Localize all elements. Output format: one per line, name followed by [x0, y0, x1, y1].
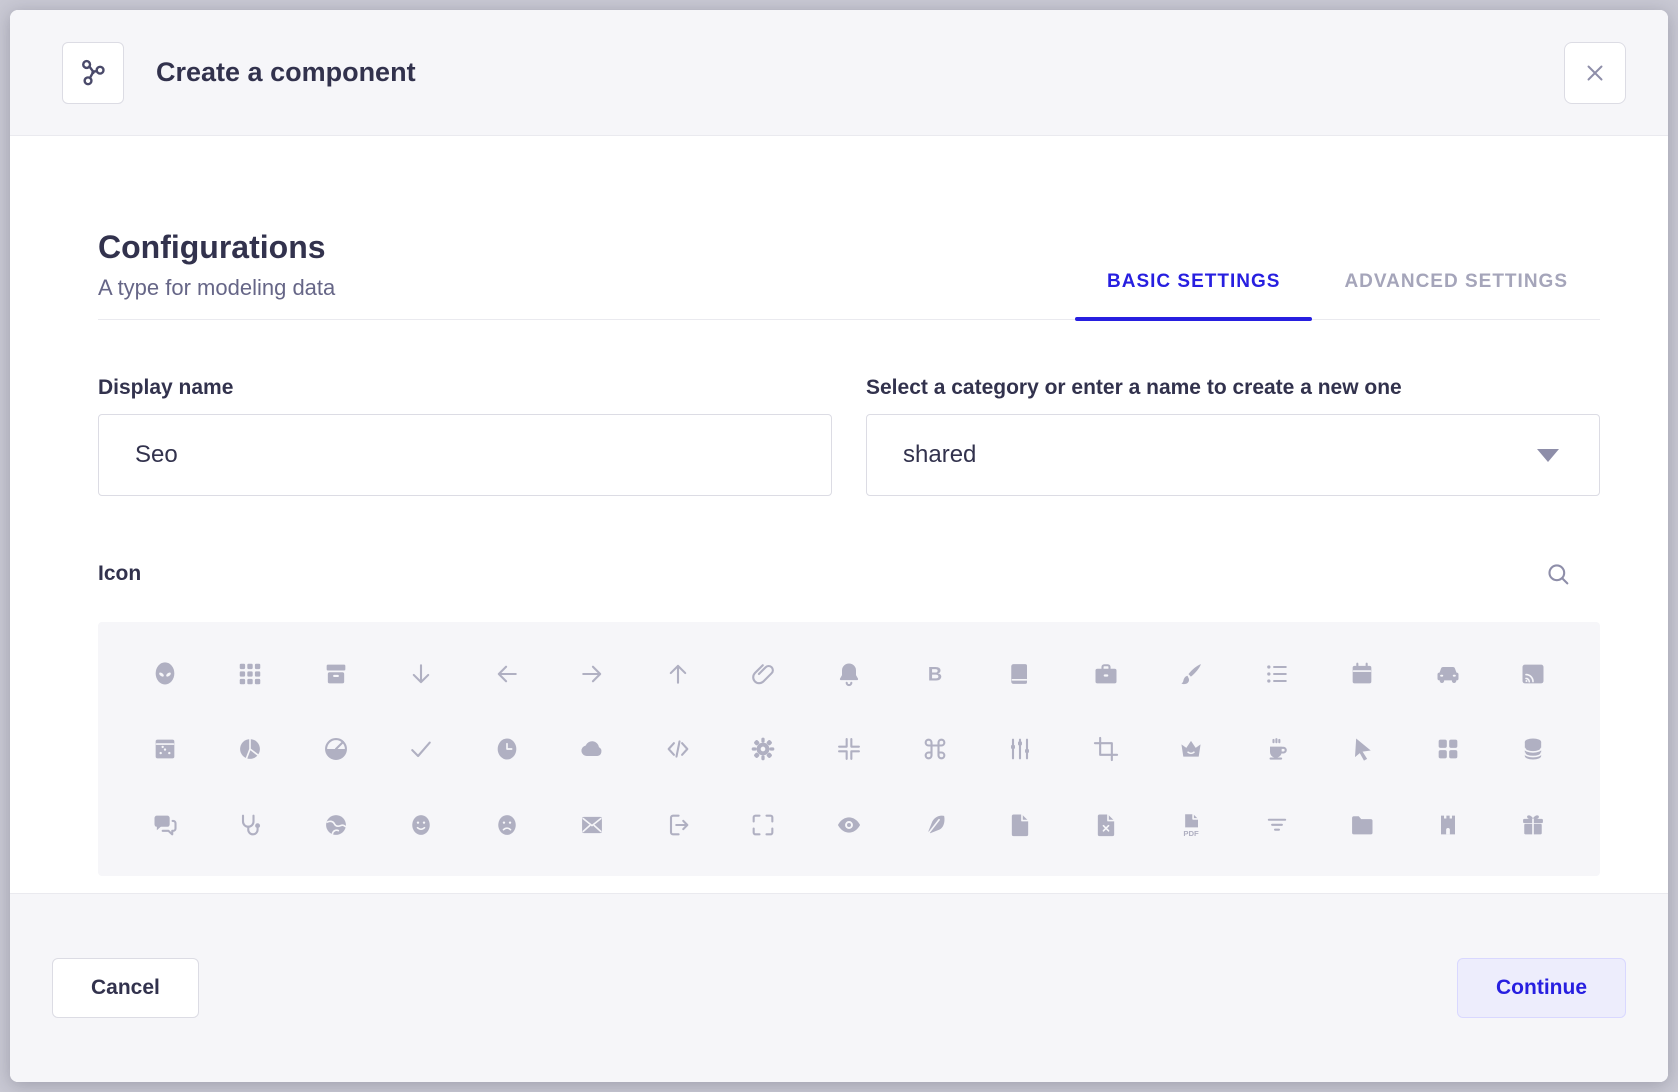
bullet-list-icon[interactable]: [1263, 660, 1291, 688]
category-selected-value: shared: [903, 441, 976, 469]
cloud-icon[interactable]: [578, 735, 606, 763]
cast-icon[interactable]: [1519, 660, 1547, 688]
gift-icon[interactable]: [1519, 811, 1547, 839]
component-icon: [76, 56, 110, 90]
brush-icon[interactable]: [1177, 660, 1205, 688]
car-icon[interactable]: [1434, 660, 1462, 688]
arrow-up-icon[interactable]: [664, 660, 692, 688]
chart-pie-icon[interactable]: [322, 735, 350, 763]
book-icon[interactable]: [1006, 660, 1034, 688]
crop-icon[interactable]: [1092, 735, 1120, 763]
arrow-down-icon[interactable]: [407, 660, 435, 688]
search-icon: [1544, 560, 1572, 588]
display-name-input[interactable]: [98, 414, 832, 496]
settings-tabs: BASIC SETTINGS ADVANCED SETTINGS: [1075, 271, 1600, 319]
database-icon[interactable]: [1519, 735, 1547, 763]
icon-grid: B PDF: [98, 622, 1600, 876]
folder-icon[interactable]: [1348, 811, 1376, 839]
apps-icon[interactable]: [236, 660, 264, 688]
sliders-icon[interactable]: [1006, 735, 1034, 763]
discuss-icon[interactable]: [151, 811, 179, 839]
arrow-right-icon[interactable]: [578, 660, 606, 688]
briefcase-icon[interactable]: [1092, 660, 1120, 688]
emotion-unhappy-icon[interactable]: [493, 811, 521, 839]
calendar-icon[interactable]: [1348, 660, 1376, 688]
dashboard-icon[interactable]: [1434, 735, 1462, 763]
arrow-left-icon[interactable]: [493, 660, 521, 688]
chevron-down-icon: [1537, 449, 1559, 462]
category-field-group: Select a category or enter a name to cre…: [866, 376, 1600, 496]
earth-icon[interactable]: [322, 811, 350, 839]
collapse-icon[interactable]: [835, 735, 863, 763]
component-pictogram: [62, 42, 124, 104]
cup-icon[interactable]: [1263, 735, 1291, 763]
cursor-icon[interactable]: [1348, 735, 1376, 763]
dialog-title: Create a component: [156, 57, 1564, 88]
category-label: Select a category or enter a name to cre…: [866, 376, 1600, 400]
section-titles: Configurations A type for modeling data: [98, 228, 335, 319]
eye-icon[interactable]: [835, 811, 863, 839]
feather-icon[interactable]: [921, 811, 949, 839]
code-icon[interactable]: [664, 735, 692, 763]
filter-icon[interactable]: [1263, 811, 1291, 839]
category-select[interactable]: shared: [866, 414, 1600, 496]
close-button[interactable]: [1564, 42, 1626, 104]
doctor-icon[interactable]: [236, 811, 264, 839]
page-title: Configurations: [98, 228, 335, 266]
close-icon: [1582, 60, 1608, 86]
form-row: Display name Select a category or enter …: [98, 376, 1600, 496]
chart-circle-icon[interactable]: [236, 735, 264, 763]
envelope-icon[interactable]: [578, 811, 606, 839]
create-component-dialog: Create a component Configurations A type…: [10, 10, 1668, 1082]
archive-icon[interactable]: [322, 660, 350, 688]
tab-basic-settings[interactable]: BASIC SETTINGS: [1075, 271, 1312, 319]
clock-icon[interactable]: [493, 735, 521, 763]
exit-icon[interactable]: [664, 811, 692, 839]
file-pdf-icon[interactable]: PDF: [1177, 811, 1205, 839]
svg-text:PDF: PDF: [1183, 829, 1199, 838]
bold-icon[interactable]: B: [921, 660, 949, 688]
continue-button[interactable]: Continue: [1457, 958, 1626, 1018]
dialog-body: Configurations A type for modeling data …: [10, 136, 1668, 893]
crown-icon[interactable]: [1177, 735, 1205, 763]
chart-bubble-icon[interactable]: [151, 735, 179, 763]
bell-icon[interactable]: [835, 660, 863, 688]
dialog-header: Create a component: [10, 10, 1668, 136]
file-error-icon[interactable]: [1092, 811, 1120, 839]
icon-picker-head: Icon: [98, 560, 1600, 588]
command-icon[interactable]: [921, 735, 949, 763]
display-name-label: Display name: [98, 376, 832, 400]
display-name-field-group: Display name: [98, 376, 832, 496]
check-icon[interactable]: [407, 735, 435, 763]
gate-icon[interactable]: [1434, 811, 1462, 839]
attachment-icon[interactable]: [749, 660, 777, 688]
dialog-footer: Cancel Continue: [10, 893, 1668, 1082]
expand-icon[interactable]: [749, 811, 777, 839]
emotion-happy-icon[interactable]: [407, 811, 435, 839]
file-icon[interactable]: [1006, 811, 1034, 839]
tab-advanced-settings[interactable]: ADVANCED SETTINGS: [1312, 271, 1600, 319]
icon-search-button[interactable]: [1544, 560, 1572, 588]
page-subtitle: A type for modeling data: [98, 275, 335, 301]
cancel-button[interactable]: Cancel: [52, 958, 199, 1018]
cog-icon[interactable]: [749, 735, 777, 763]
section-head: Configurations A type for modeling data …: [98, 228, 1600, 320]
alien-icon[interactable]: [151, 660, 179, 688]
icon-picker-label: Icon: [98, 562, 141, 586]
svg-text:B: B: [927, 663, 941, 685]
